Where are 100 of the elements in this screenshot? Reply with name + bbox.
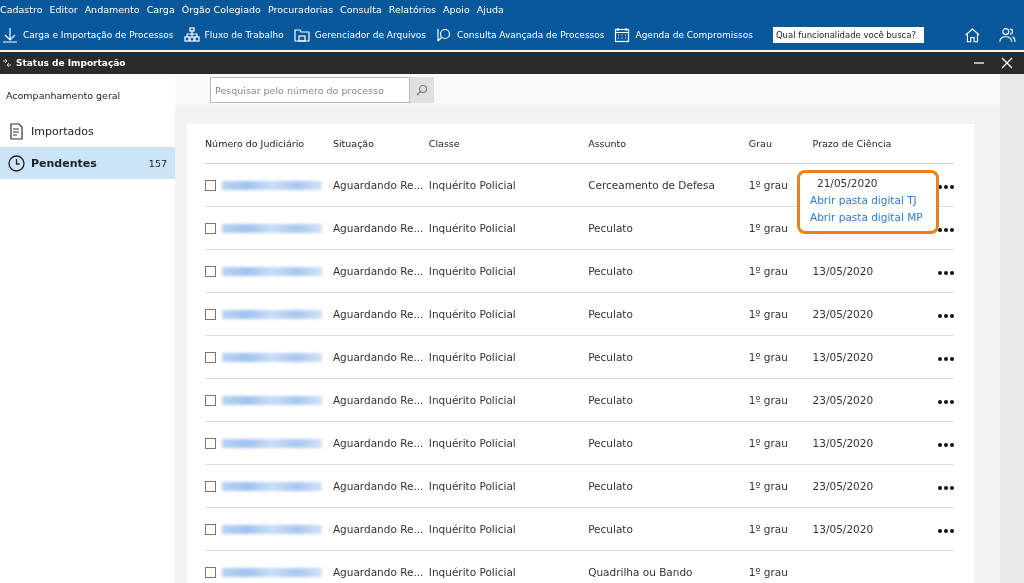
menu-link[interactable]: Abrir pasta digital MP (810, 211, 936, 223)
checkbox[interactable] (205, 266, 216, 278)
checkbox[interactable] (205, 567, 216, 579)
search-field[interactable]: Qual funcionalidade você busca? (772, 26, 925, 43)
table-cell: 1º grau (748, 480, 788, 492)
menu-item[interactable]: Procuradorias (267, 4, 334, 15)
table-cell: 23/05/2020 (812, 394, 874, 406)
table-cell: Peculato (588, 394, 633, 406)
table-cell: Peculato (588, 308, 633, 320)
column-header: Número do Judiciário (205, 124, 333, 164)
toolbar-button[interactable]: Fluxo de Trabalho (183, 26, 284, 43)
table-cell: Aguardando Re... (332, 437, 424, 449)
import-icon (2, 58, 12, 68)
table-cell: 1º grau (748, 222, 788, 234)
table-cell: 1º grau (748, 523, 788, 535)
search-button[interactable] (410, 77, 434, 104)
window-title: Status de Importação (16, 58, 127, 68)
menu-item[interactable]: Consulta (340, 4, 382, 15)
checkbox[interactable] (205, 395, 216, 407)
menu-item[interactable]: Órgão Colegiado (181, 4, 261, 15)
menu-item[interactable]: Apoio (443, 4, 470, 15)
table-cell: Inquérito Policial (428, 265, 516, 277)
table-cell: Inquérito Policial (428, 179, 516, 191)
table-cell: 23/05/2020 (812, 308, 874, 320)
more-icon[interactable] (938, 400, 954, 404)
folder-icon (293, 26, 310, 43)
search-field[interactable]: Pesquisar pelo número do processo (210, 77, 410, 104)
table-cell: Aguardando Re... (332, 394, 424, 406)
item-count: 157 (148, 157, 167, 169)
table-cell: 1º grau (748, 437, 788, 449)
document-icon (8, 122, 25, 140)
checkbox[interactable] (205, 309, 216, 321)
sidebar-item[interactable]: Importados (0, 115, 175, 147)
toolbar-button[interactable]: Agenda de Compromissos (614, 26, 753, 43)
table-cell: Peculato (588, 351, 633, 363)
column-header: Situação (332, 124, 429, 164)
column-header: Assunto (588, 124, 749, 164)
toolbar-button[interactable]: Gerenciador de Arquivos (293, 26, 426, 43)
clock-icon (8, 154, 25, 172)
checkbox[interactable] (205, 438, 216, 450)
more-icon[interactable] (938, 228, 954, 232)
table-cell: Peculato (588, 265, 633, 277)
more-icon[interactable] (938, 314, 954, 318)
menu-item[interactable]: Ajuda (476, 4, 504, 15)
table-cell: Aguardando Re... (332, 480, 424, 492)
table-cell: Inquérito Policial (428, 437, 516, 449)
menu-link[interactable]: Abrir pasta digital TJ (810, 194, 936, 206)
table-cell: Aguardando Re... (332, 265, 424, 277)
table-cell: Inquérito Policial (428, 523, 516, 535)
table-cell: Cerceamento de Defesa (588, 179, 715, 191)
table-cell: Aguardando Re... (332, 566, 424, 578)
table-cell: 13/05/2020 (812, 351, 874, 363)
checkbox[interactable] (205, 352, 216, 364)
checkbox[interactable] (205, 223, 216, 235)
table-cell: Aguardando Re... (332, 179, 424, 191)
table-cell: 13/05/2020 (812, 523, 874, 535)
checkbox[interactable] (205, 481, 216, 493)
scrollbar[interactable] (1000, 74, 1024, 583)
column-header: Classe (428, 124, 589, 164)
more-icon[interactable] (938, 443, 954, 447)
table-cell: Inquérito Policial (428, 480, 516, 492)
table-cell: Aguardando Re... (332, 351, 424, 363)
more-icon[interactable] (938, 357, 954, 361)
more-icon[interactable] (938, 271, 954, 275)
table-cell: Aguardando Re... (332, 308, 424, 320)
table-cell: Inquérito Policial (428, 308, 516, 320)
table-cell: 23/05/2020 (812, 480, 874, 492)
menu-item[interactable]: Cadastro (0, 4, 43, 15)
column-header: Prazo de Ciência (812, 124, 938, 164)
menu-item[interactable]: Editor (49, 4, 78, 15)
table-cell: Inquérito Policial (428, 394, 516, 406)
toolbar-button[interactable]: Carga e Importação de Processos (2, 26, 174, 43)
menu-item[interactable]: Andamento (84, 4, 140, 15)
table-cell: Peculato (588, 480, 633, 492)
more-icon[interactable] (938, 529, 954, 533)
table-cell: Peculato (588, 222, 633, 234)
table-cell: Peculato (588, 523, 633, 535)
table-cell: 13/05/2020 (812, 437, 874, 449)
table-cell: 1º grau (748, 566, 788, 578)
menu-item[interactable]: Carga (146, 4, 175, 15)
menu-item[interactable]: Relatórios (388, 4, 437, 15)
hierarchy-icon (183, 26, 200, 43)
table-cell: Aguardando Re... (332, 523, 424, 535)
sidebar-heading: Acompanhamento geral (6, 90, 122, 101)
close-icon[interactable] (1000, 56, 1014, 70)
table-cell: 1º grau (748, 351, 788, 363)
checkbox[interactable] (205, 180, 216, 192)
table-cell: 1º grau (748, 308, 788, 320)
table-cell: Inquérito Policial (428, 566, 516, 578)
table-cell: Inquérito Policial (428, 351, 516, 363)
more-icon[interactable] (938, 486, 954, 490)
sidebar-item[interactable]: Pendentes 157 (0, 147, 175, 179)
checkbox[interactable] (205, 524, 216, 536)
table-cell: Inquérito Policial (428, 222, 516, 234)
table-cell: 1º grau (748, 179, 788, 191)
search-icon (436, 26, 452, 43)
table-cell: Peculato (588, 437, 633, 449)
search-icon (416, 84, 428, 97)
toolbar-button[interactable]: Consulta Avançada de Processos (436, 26, 605, 43)
table-cell: Aguardando Re... (332, 222, 424, 234)
